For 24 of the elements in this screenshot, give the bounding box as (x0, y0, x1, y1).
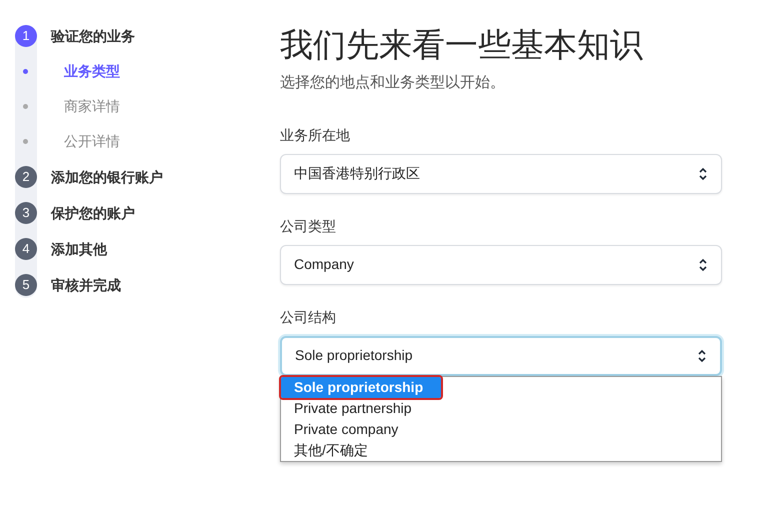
substep-label[interactable]: 商家详情 (64, 96, 120, 117)
step-label[interactable]: 添加其他 (51, 238, 107, 260)
select-field[interactable]: Sole proprietorship (280, 336, 722, 376)
up-down-chevron-icon (698, 166, 708, 180)
select-field[interactable]: Company (280, 244, 722, 284)
field-label: 公司结构 (280, 308, 337, 326)
up-down-chevron-icon (697, 348, 707, 362)
dropdown-option[interactable]: 其他/不确定 (281, 440, 721, 460)
up-down-chevron-icon (698, 258, 708, 272)
step-label[interactable]: 保护您的账户 (51, 202, 135, 224)
page-subheading: 选择您的地点和业务类型以开始。 (280, 73, 506, 93)
field-label: 公司类型 (280, 216, 337, 236)
dropdown-option[interactable]: Private company (281, 418, 721, 440)
page-heading: 我们先来看一些基本知识 (280, 25, 644, 65)
substep-label[interactable]: 业务类型 (64, 61, 120, 82)
step-label[interactable]: 审核并完成 (51, 274, 121, 296)
step-number: 1 (15, 25, 37, 47)
step-label[interactable]: 添加您的银行账户 (51, 166, 163, 188)
field-label: 业务所在地 (280, 126, 351, 144)
dropdown-option[interactable]: Private partnership (281, 398, 721, 418)
substep-label[interactable]: 公开详情 (64, 131, 120, 152)
step-label[interactable]: 验证您的业务 (51, 26, 135, 46)
dropdown-option[interactable]: Sole proprietorship (281, 376, 441, 398)
select-field[interactable]: 中国香港特别行政区 (280, 154, 722, 194)
